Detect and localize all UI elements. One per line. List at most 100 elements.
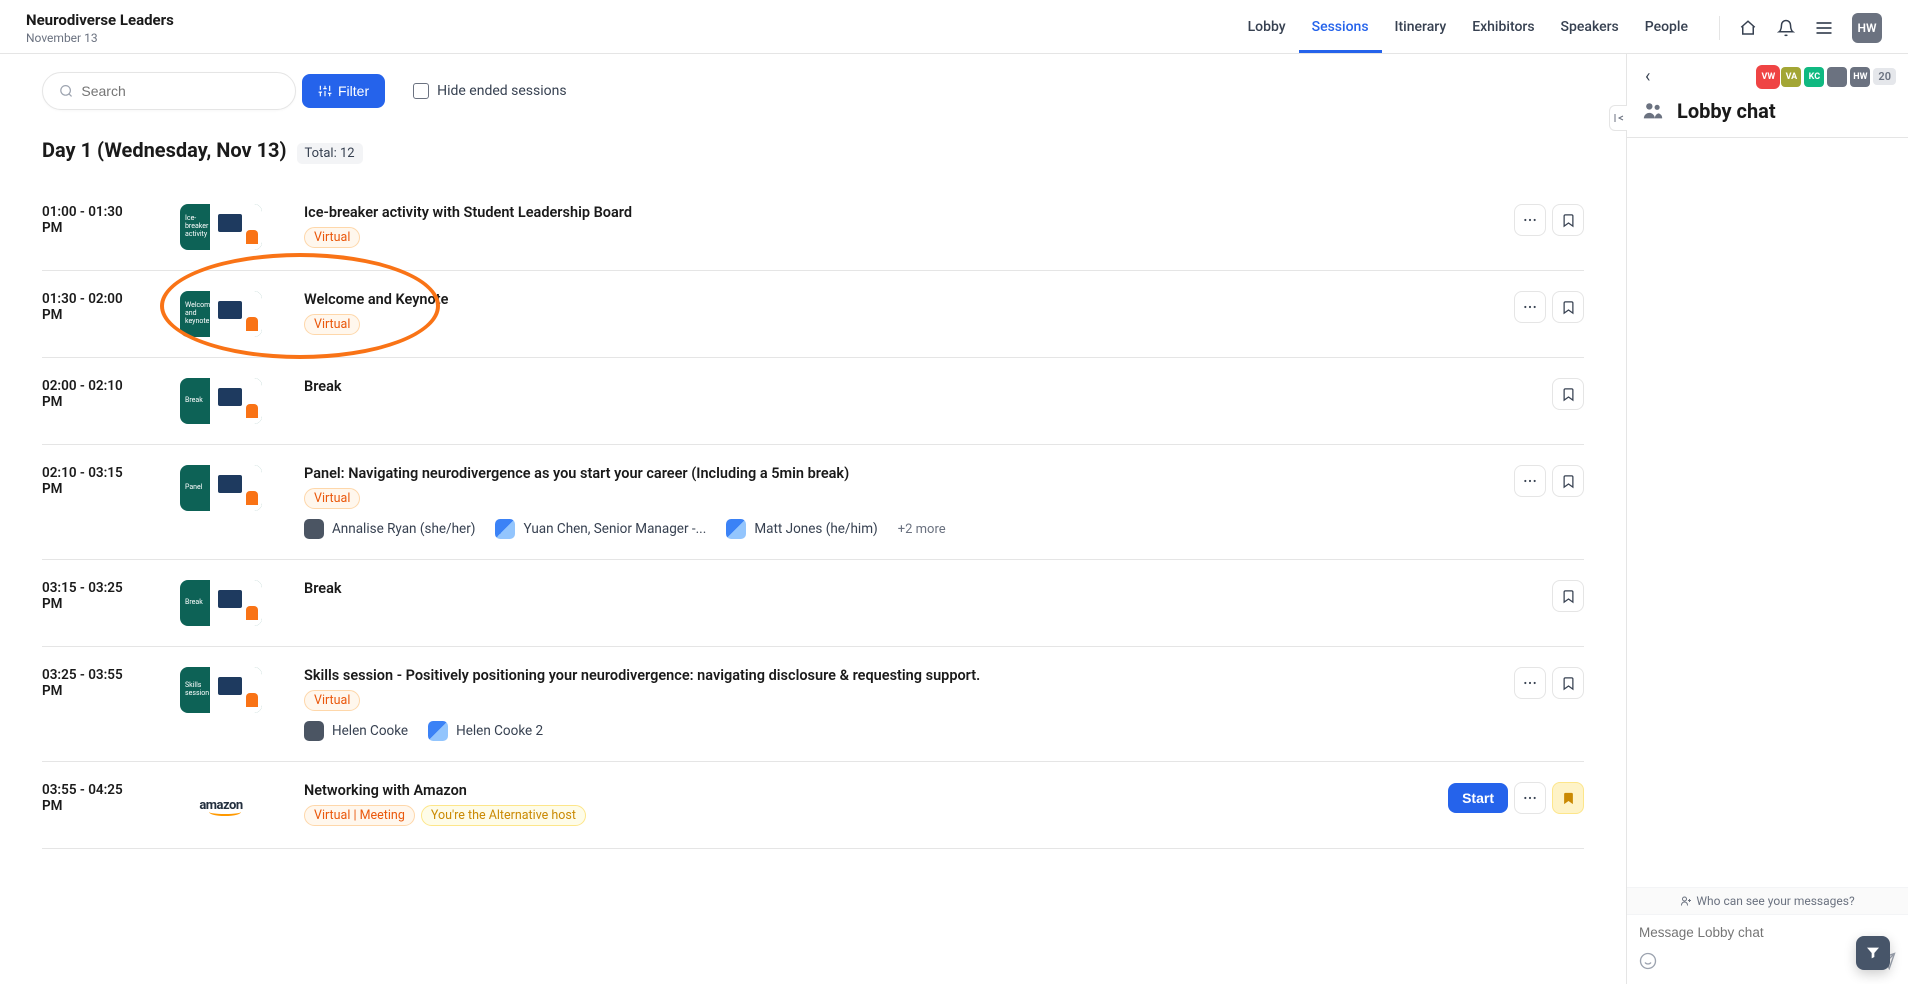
chat-title: Lobby chat [1677, 99, 1776, 123]
more-icon[interactable] [1514, 204, 1546, 236]
session-title: Panel: Navigating neurodivergence as you… [304, 465, 1472, 482]
search-icon [59, 83, 73, 99]
nav-divider [1719, 16, 1720, 40]
participant-avatar[interactable] [1827, 67, 1847, 87]
speaker[interactable]: Matt Jones (he/him) [726, 519, 877, 539]
speaker-avatar [726, 519, 746, 539]
session-tags: Virtual [304, 690, 1472, 711]
tag: Virtual | Meeting [304, 805, 415, 826]
session-row[interactable]: 03:25 - 03:55 PM Skills session Skills ses… [42, 647, 1584, 762]
speaker-name: Annalise Ryan (she/her) [332, 521, 475, 537]
user-avatar[interactable]: HW [1852, 13, 1882, 43]
tag: Virtual [304, 488, 360, 509]
session-body: Panel: Navigating neurodivergence as you… [304, 465, 1472, 539]
session-row[interactable]: 02:10 - 03:15 PMPanelPanel: Navigating n… [42, 445, 1584, 560]
nav-speakers[interactable]: Speakers [1548, 2, 1632, 53]
session-actions [1514, 667, 1584, 699]
session-title: Break [304, 378, 1510, 395]
participant-avatar[interactable]: VA [1781, 67, 1801, 87]
session-actions [1552, 378, 1584, 410]
speaker-avatar [304, 519, 324, 539]
app-header: Neurodiverse Leaders November 13 LobbySe… [0, 0, 1908, 54]
menu-icon[interactable] [1814, 18, 1834, 38]
bookmark-icon[interactable] [1552, 291, 1584, 323]
person-plus-icon [1680, 895, 1692, 907]
nav-exhibitors[interactable]: Exhibitors [1459, 2, 1547, 53]
session-title: Ice-breaker activity with Student Leader… [304, 204, 1472, 221]
session-title: Break [304, 580, 1510, 597]
speaker-name: Helen Cooke 2 [456, 723, 543, 739]
nav-lobby[interactable]: Lobby [1235, 2, 1299, 53]
bookmark-icon[interactable] [1552, 667, 1584, 699]
bookmark-icon[interactable] [1552, 378, 1584, 410]
filter-label: Filter [338, 83, 369, 99]
session-tags: Virtual [304, 488, 1472, 509]
nav-people[interactable]: People [1632, 2, 1701, 53]
hide-ended-label: Hide ended sessions [437, 83, 566, 99]
sliders-icon [318, 84, 332, 98]
tag: You're the Alternative host [421, 805, 586, 826]
chat-participants[interactable]: VWVAKC HW20 [1758, 67, 1896, 87]
speaker[interactable]: Annalise Ryan (she/her) [304, 519, 475, 539]
bookmark-icon[interactable] [1552, 580, 1584, 612]
more-speakers[interactable]: +2 more [898, 522, 946, 537]
help-float-button[interactable] [1856, 936, 1890, 970]
speaker[interactable]: Yuan Chen, Senior Manager -... [495, 519, 706, 539]
chevron-left-icon[interactable]: ‹ [1639, 64, 1656, 89]
session-title: Skills session - Positively positioning … [304, 667, 1472, 684]
session-tags: Virtual [304, 314, 1472, 335]
session-row[interactable]: 03:15 - 03:25 PMBreakBreak [42, 560, 1584, 647]
session-body: Networking with AmazonVirtual | MeetingY… [304, 782, 1406, 826]
more-icon[interactable] [1514, 465, 1546, 497]
tag: Virtual [304, 690, 360, 711]
participant-avatar[interactable]: HW [1850, 67, 1870, 87]
session-actions [1514, 204, 1584, 236]
nav-sessions[interactable]: Sessions [1299, 2, 1382, 53]
event-title: Neurodiverse Leaders [26, 11, 174, 29]
more-icon[interactable] [1514, 667, 1546, 699]
chat-messages-area[interactable] [1627, 138, 1908, 887]
session-actions: Start [1448, 782, 1584, 814]
participant-avatar[interactable]: VW [1758, 67, 1778, 87]
search-box[interactable] [42, 72, 296, 110]
speaker-avatar [428, 721, 448, 741]
speaker[interactable]: Helen Cooke 2 [428, 721, 543, 741]
participant-count[interactable]: 20 [1873, 68, 1896, 85]
speaker-name: Matt Jones (he/him) [754, 521, 877, 537]
chat-sidebar: ‹ VWVAKC HW20 Lobby chat Who can see your… [1626, 54, 1908, 984]
speaker[interactable]: Helen Cooke [304, 721, 408, 741]
event-date: November 13 [26, 31, 174, 45]
controls-bar: Filter Hide ended sessions [42, 72, 1584, 110]
session-body: Break [304, 580, 1510, 597]
session-thumbnail: Skills session [180, 667, 262, 713]
sessions-list: 01:00 - 01:30 PM Ice-breaker activity Ice-… [42, 176, 1584, 849]
session-thumbnail: Ice-breaker activity [180, 204, 262, 250]
session-tags: Virtual [304, 227, 1472, 248]
more-icon[interactable] [1514, 291, 1546, 323]
bookmark-icon[interactable] [1552, 204, 1584, 236]
emoji-icon[interactable] [1639, 952, 1657, 974]
session-row[interactable]: 01:30 - 02:00 PMWelcome and keynoteWelco… [42, 271, 1584, 358]
session-time: 01:00 - 01:30 PM [42, 204, 138, 236]
pin-icon[interactable] [1609, 105, 1627, 131]
session-time: 03:25 - 03:55 PM [42, 667, 138, 699]
bookmark-icon[interactable] [1552, 782, 1584, 814]
search-input[interactable] [81, 83, 279, 99]
session-row[interactable]: 02:00 - 02:10 PMBreakBreak [42, 358, 1584, 445]
session-actions [1514, 291, 1584, 323]
nav-itinerary[interactable]: Itinerary [1382, 2, 1460, 53]
participant-avatar[interactable]: KC [1804, 67, 1824, 87]
more-icon[interactable] [1514, 782, 1546, 814]
session-row[interactable]: 01:00 - 01:30 PM Ice-breaker activity Ice-… [42, 176, 1584, 271]
speaker-avatar [495, 519, 515, 539]
home-icon[interactable] [1738, 18, 1758, 38]
start-button[interactable]: Start [1448, 783, 1508, 813]
session-row[interactable]: 03:55 - 04:25 PMamazonNetworking with Am… [42, 762, 1584, 849]
bookmark-icon[interactable] [1552, 465, 1584, 497]
total-badge: Total: 12 [297, 143, 363, 164]
day-header: Day 1 (Wednesday, Nov 13) Total: 12 [42, 138, 1584, 164]
filter-button[interactable]: Filter [302, 74, 385, 108]
who-can-see-link[interactable]: Who can see your messages? [1627, 888, 1908, 915]
bell-icon[interactable] [1776, 18, 1796, 38]
hide-ended-toggle[interactable]: Hide ended sessions [413, 83, 566, 99]
